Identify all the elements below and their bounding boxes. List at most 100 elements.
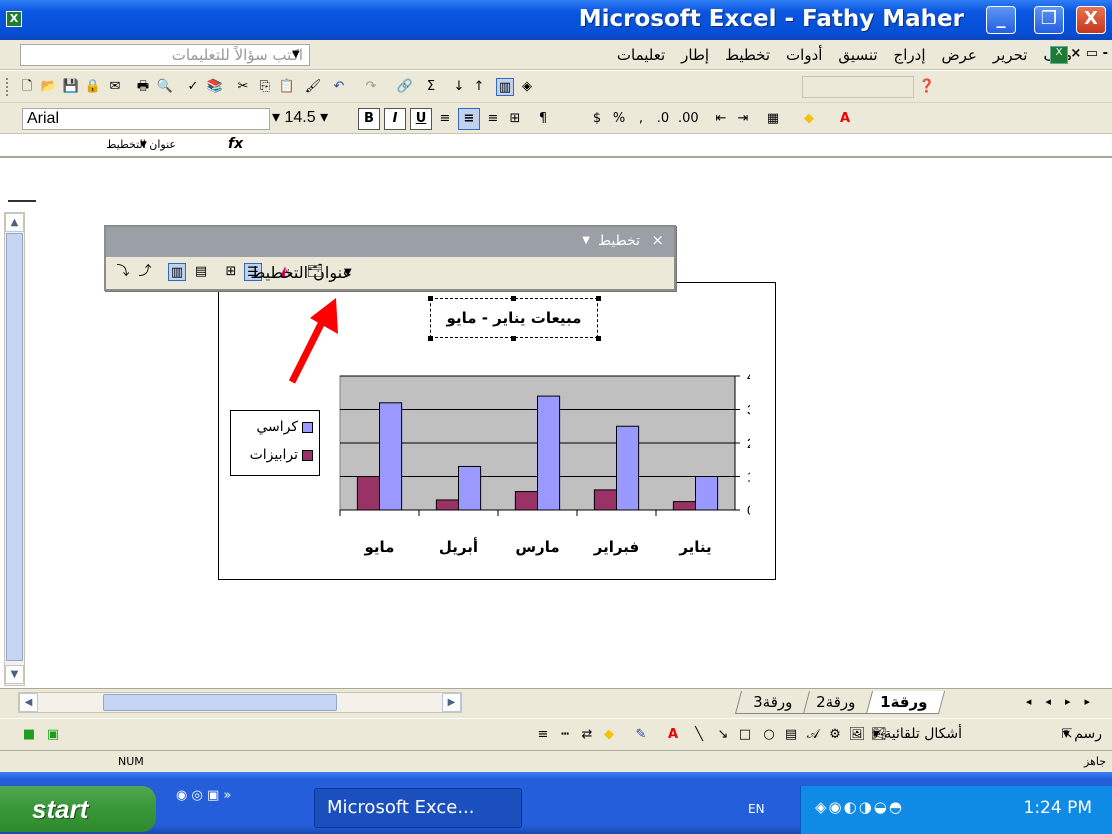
undo-icon[interactable]: ↶ <box>330 78 348 96</box>
menu-insert[interactable]: إدراج <box>894 46 926 64</box>
name-box[interactable]: عنوان التخطيط <box>6 138 176 151</box>
email-icon[interactable]: ✉ <box>106 78 124 96</box>
scroll-thumb[interactable] <box>6 233 23 661</box>
picture-icon[interactable]: 🏞 <box>870 726 888 744</box>
chart-title[interactable]: مبيعات يناير - مايو <box>430 298 598 338</box>
scroll-right-icon[interactable]: ▶ <box>442 693 461 712</box>
horizontal-scrollbar[interactable]: ◀ ▶ <box>18 692 462 713</box>
chart-legend[interactable]: كراسي ترابيزات <box>230 410 320 476</box>
font-color-icon[interactable]: A <box>836 110 854 128</box>
excel-icon[interactable]: X <box>6 11 22 27</box>
drawing-icon[interactable]: ◈ <box>518 78 536 96</box>
close-icon[interactable]: × <box>651 231 664 249</box>
format-painter-icon[interactable]: 🖌 <box>304 78 322 96</box>
chart-wizard-icon[interactable]: ▥ <box>496 78 514 96</box>
redo-icon[interactable]: ↷ <box>362 78 380 96</box>
line-icon[interactable]: ╲ <box>690 726 708 744</box>
clipart-icon[interactable]: 🖼 <box>848 726 866 744</box>
align-right-icon[interactable]: ≡ <box>484 110 502 128</box>
bold-button[interactable]: B <box>358 108 380 130</box>
wordart-icon[interactable]: 𝒜 <box>804 726 822 744</box>
print-icon[interactable]: 🖶 <box>134 78 152 96</box>
decrease-decimal-icon[interactable]: .00 <box>678 110 699 128</box>
chevron-down-icon[interactable]: ▾ <box>272 109 284 126</box>
tab-sheet2[interactable]: ورقة2 <box>798 691 874 714</box>
align-center-button[interactable]: ≡ <box>458 108 480 130</box>
workbook-icon[interactable]: X <box>1050 46 1068 64</box>
selection-handle[interactable] <box>428 336 433 341</box>
selection-handle[interactable] <box>511 336 516 341</box>
by-row-icon[interactable]: ▤ <box>192 263 210 281</box>
chart-plot[interactable]: 0 100 200 300 400 يناير فبراير مارس أبريل مايو <box>330 364 750 574</box>
selection-handle[interactable] <box>596 296 601 301</box>
language-indicator[interactable]: EN <box>748 802 765 816</box>
diagram-icon[interactable]: ⚙ <box>826 726 844 744</box>
textbox-icon[interactable]: ▤ <box>782 726 800 744</box>
selection-handle[interactable] <box>428 296 433 301</box>
print-preview-icon[interactable]: 🔍 <box>156 78 174 96</box>
permission-icon[interactable]: 🔒 <box>84 78 102 96</box>
chevron-down-icon[interactable]: ▼ <box>292 49 300 60</box>
font-name-box[interactable]: Arial <box>22 108 270 130</box>
hyperlink-icon[interactable]: 🔗 <box>396 78 414 96</box>
font-color-icon[interactable]: A <box>664 726 682 744</box>
menu-format[interactable]: تنسيق <box>838 46 877 64</box>
tab-navigation[interactable]: ◂◂▸▸ <box>1026 695 1104 708</box>
scroll-thumb[interactable] <box>103 694 337 711</box>
selection-handle[interactable] <box>596 336 601 341</box>
close-button[interactable]: X <box>1076 6 1106 34</box>
line-color-icon[interactable]: ✎ <box>632 726 650 744</box>
cut-icon[interactable]: ✂ <box>234 78 252 96</box>
outdent-icon[interactable]: ⇤ <box>712 110 730 128</box>
chevron-down-icon[interactable]: ▼ <box>140 140 147 150</box>
chart-objects-combo[interactable]: عنوان التخطيط <box>250 263 352 282</box>
oval-icon[interactable]: ○ <box>760 726 778 744</box>
help-icon[interactable]: ❓ <box>918 78 936 96</box>
percent-icon[interactable]: % <box>610 110 628 128</box>
open-icon[interactable]: 📂 <box>40 78 58 96</box>
menu-window[interactable]: إطار <box>681 46 709 64</box>
fill-color-icon[interactable]: ◆ <box>600 726 618 744</box>
start-button[interactable]: start <box>0 786 156 832</box>
toolbar-grip[interactable] <box>6 78 9 96</box>
align-left-icon[interactable]: ≡ <box>436 110 454 128</box>
paste-icon[interactable]: 📋 <box>278 78 296 96</box>
font-size-box[interactable]: ▾ 14.5 ▾ <box>272 108 332 130</box>
underline-button[interactable]: U <box>410 108 432 130</box>
increase-decimal-icon[interactable]: .0 <box>654 110 672 128</box>
merge-cells-icon[interactable]: ⊞ <box>506 110 524 128</box>
angle-text-up-icon[interactable]: ⤴ <box>136 263 154 281</box>
selection-handle[interactable] <box>511 296 516 301</box>
shadow-icon[interactable]: ■ <box>20 726 38 744</box>
sort-ascending-icon[interactable]: ↓ <box>450 78 468 96</box>
spelling-icon[interactable]: ✓ <box>184 78 202 96</box>
select-objects-icon[interactable]: ⇱ <box>1058 726 1076 744</box>
tab-sheet3[interactable]: ورقة3 <box>735 691 811 714</box>
taskbar-excel-button[interactable]: Microsoft Exce... <box>314 788 522 828</box>
menu-tools[interactable]: أدوات <box>786 46 822 64</box>
dash-style-icon[interactable]: ┅ <box>556 726 574 744</box>
menu-view[interactable]: عرض <box>942 46 977 64</box>
split-box[interactable] <box>8 200 36 210</box>
autosum-icon[interactable]: Σ <box>422 78 440 96</box>
borders-icon[interactable]: ▦ <box>764 110 782 128</box>
line-style-icon[interactable]: ≡ <box>534 726 552 744</box>
document-controls[interactable]: × ▭ - <box>1070 46 1108 61</box>
data-table-icon[interactable]: ⊞ <box>222 263 240 281</box>
fill-color-icon[interactable]: ◆ <box>800 110 818 128</box>
3d-icon[interactable]: ▣ <box>44 726 62 744</box>
scroll-up-icon[interactable]: ▲ <box>5 213 24 232</box>
angle-text-down-icon[interactable]: ⤵ <box>114 263 132 281</box>
menu-help[interactable]: تعليمات <box>617 46 665 64</box>
italic-button[interactable]: I <box>384 108 406 130</box>
indent-icon[interactable]: ⇥ <box>734 110 752 128</box>
comma-icon[interactable]: , <box>632 110 650 128</box>
sort-descending-icon[interactable]: ↑ <box>470 78 488 96</box>
zoom-box[interactable] <box>802 76 914 98</box>
research-icon[interactable]: 📚 <box>206 78 224 96</box>
copy-icon[interactable]: ⎘ <box>256 78 274 96</box>
tray-icons[interactable]: ◈◉◐◑◒◓ <box>815 798 904 816</box>
by-column-icon[interactable]: ▥ <box>168 263 186 281</box>
vertical-scrollbar[interactable]: ▲ ▼ <box>4 212 25 686</box>
arrow-style-icon[interactable]: ⇄ <box>578 726 596 744</box>
